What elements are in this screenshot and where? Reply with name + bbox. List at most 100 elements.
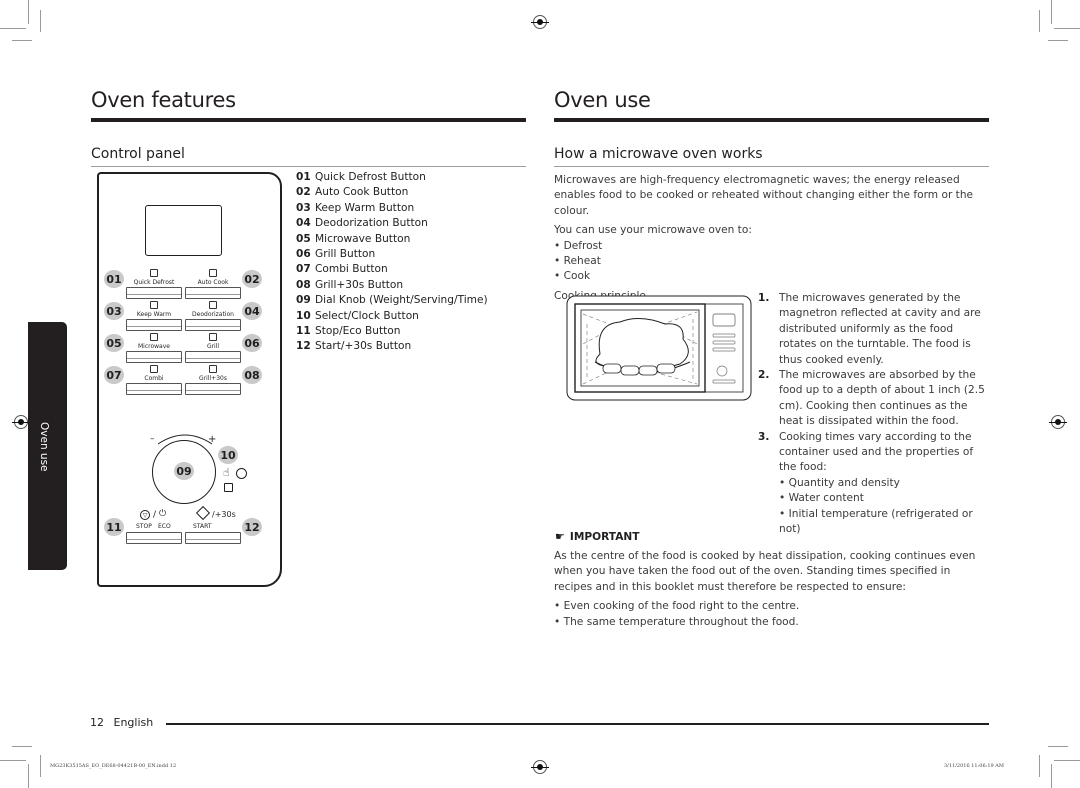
use-item: • Defrost	[554, 239, 990, 254]
step3-bullet: • Quantity and density	[758, 476, 990, 491]
step-text: The microwaves are absorbed by the food …	[779, 369, 985, 428]
legend-number: 01	[296, 171, 311, 183]
legend-item: 05 Microwave Button	[296, 232, 488, 247]
legend-item: 08 Grill+30s Button	[296, 278, 488, 293]
panel-button-grill	[185, 351, 241, 363]
important-bullet: • The same temperature throughout the fo…	[554, 615, 990, 630]
bullet: •	[779, 507, 789, 520]
legend-text: Select/Clock Button	[315, 309, 419, 322]
badge-11: 11	[104, 518, 124, 536]
crop-mark	[40, 755, 41, 777]
badge-03: 03	[104, 302, 124, 320]
legend-number: 10	[296, 309, 311, 322]
slug-date: 3/11/2016 11:06:19 AM	[944, 763, 1005, 769]
bullet: •	[779, 492, 789, 505]
side-tab-label: Oven use	[38, 422, 50, 472]
stop-eco-button	[126, 532, 182, 544]
legend-text: Grill Button	[315, 248, 376, 261]
crop-mark	[12, 40, 32, 41]
legend-number: 04	[296, 217, 311, 230]
steps-list: 1. The microwaves generated by the magnet…	[758, 291, 990, 538]
bullet: •	[554, 270, 564, 283]
legend-text: Deodorization Button	[315, 217, 428, 230]
step-item: 2. The microwaves are absorbed by the foo…	[758, 368, 990, 430]
panel-button-label: Grill+30s	[199, 375, 227, 382]
legend-number: 12	[296, 340, 311, 353]
eco-plug-icon: ⏻	[159, 509, 167, 519]
intro-block: Microwaves are high-frequency electromag…	[554, 173, 990, 308]
panel-button-icon	[150, 365, 158, 373]
registration-mark	[12, 415, 30, 429]
crop-mark	[28, 764, 29, 788]
footer-language: English	[113, 716, 154, 729]
crop-mark	[0, 28, 26, 29]
crop-mark	[1048, 40, 1068, 41]
crop-mark	[1048, 746, 1068, 747]
panel-button-label: Combi	[144, 375, 164, 382]
crop-mark	[1051, 0, 1052, 24]
use-text: Reheat	[563, 255, 601, 268]
bullet: •	[554, 600, 564, 613]
badge-09: 09	[174, 462, 194, 480]
legend-number: 11	[296, 325, 311, 338]
important-bullet-text: Even cooking of the food right to the ce…	[563, 600, 800, 613]
start-button	[185, 532, 241, 544]
badge-01: 01	[104, 270, 124, 288]
step3-bullet-text: Initial temperature (refrigerated or not…	[779, 507, 973, 536]
control-legend: 01 Quick Defrost Button 02 Auto Cook Button…	[296, 170, 488, 355]
use-text: Defrost	[563, 239, 603, 252]
eco-label: ECO	[158, 523, 171, 530]
display-window	[145, 205, 222, 256]
important-paragraph: As the centre of the food is cooked by h…	[554, 550, 976, 593]
title-rule-right	[554, 118, 989, 122]
legend-item: 07 Combi Button	[296, 262, 488, 277]
registration-mark	[531, 760, 549, 774]
registration-mark	[1049, 415, 1067, 429]
panel-button-icon	[150, 269, 158, 277]
important-block: As the centre of the food is cooked by h…	[554, 549, 990, 630]
legend-text: Stop/Eco Button	[315, 325, 401, 338]
bullet: •	[554, 239, 564, 252]
start-plus30-label: /+30s	[212, 510, 236, 519]
badge-02: 02	[242, 270, 262, 288]
legend-text: Keep Warm Button	[315, 201, 415, 214]
important-bullets: • Even cooking of the food right to the …	[554, 599, 990, 630]
registration-mark	[531, 15, 549, 29]
panel-button-icon	[209, 269, 217, 277]
panel-button-icon	[209, 301, 217, 309]
crop-mark	[28, 0, 29, 24]
legend-text: Dial Knob (Weight/Serving/Time)	[315, 294, 488, 307]
clock-icon	[236, 468, 247, 479]
panel-button-icon	[209, 333, 217, 341]
stop-label: STOP	[136, 523, 152, 530]
legend-item: 09 Dial Knob (Weight/Serving/Time)	[296, 293, 488, 308]
step3-bullet-text: Water content	[788, 492, 864, 505]
crop-mark	[1054, 28, 1080, 29]
legend-item: 03 Keep Warm Button	[296, 201, 488, 216]
panel-button-icon	[150, 333, 158, 341]
step-item: 1. The microwaves generated by the magnet…	[758, 291, 990, 368]
page-footer: 12 English	[90, 716, 153, 729]
legend-number: 08	[296, 278, 311, 291]
badge-10: 10	[218, 446, 238, 464]
legend-item: 04 Deodorization Button	[296, 216, 488, 231]
panel-button-microwave	[126, 351, 182, 363]
legend-text: Combi Button	[315, 263, 388, 276]
panel-button-keep-warm	[126, 319, 182, 331]
crop-mark	[12, 746, 32, 747]
bullet: •	[554, 615, 564, 628]
crop-mark	[40, 10, 41, 32]
step-number: 3.	[758, 430, 770, 443]
hand-select-icon: ☝	[223, 466, 230, 479]
step-number: 2.	[758, 369, 770, 382]
footer-rule	[166, 723, 989, 725]
legend-item: 02 Auto Cook Button	[296, 185, 488, 200]
legend-text: Quick Defrost Button	[315, 171, 426, 183]
badge-06: 06	[242, 334, 262, 352]
uses-list: • Defrost • Reheat • Cook	[554, 239, 990, 285]
legend-number: 02	[296, 186, 311, 199]
title-rule-left	[91, 118, 526, 122]
legend-text: Auto Cook Button	[315, 186, 409, 199]
page-title-right: Oven use	[554, 88, 651, 112]
important-label: IMPORTANT	[569, 530, 640, 543]
